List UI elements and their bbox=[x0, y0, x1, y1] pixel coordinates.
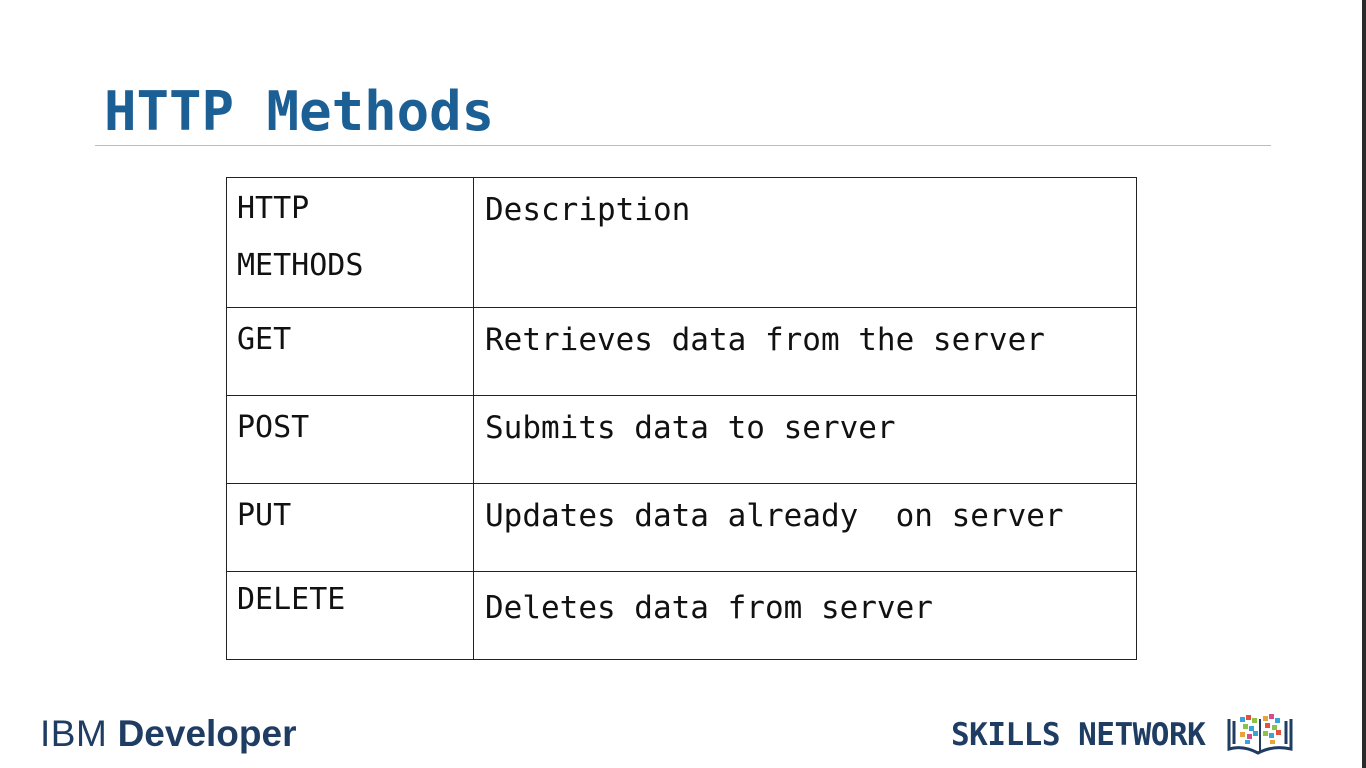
skills-network-text: SKILLS NETWORK bbox=[951, 717, 1206, 753]
method-cell: PUT bbox=[226, 483, 474, 572]
header-method-cell: HTTP METHODS bbox=[226, 177, 474, 308]
title-divider bbox=[95, 145, 1271, 146]
header-description-cell: Description bbox=[473, 177, 1137, 308]
skills-network-logo: SKILLS NETWORK bbox=[951, 712, 1295, 758]
method-cell: POST bbox=[226, 395, 474, 484]
description-cell: Submits data to server bbox=[473, 395, 1137, 484]
description-cell: Deletes data from server bbox=[473, 571, 1137, 660]
description-cell: Updates data already on server bbox=[473, 483, 1137, 572]
ibm-developer-logo: IBM Developer bbox=[40, 712, 296, 756]
table-row: POST Submits data to server bbox=[226, 395, 1137, 484]
developer-logo-text: Developer bbox=[117, 713, 297, 754]
ibm-logo-text: IBM bbox=[40, 713, 108, 754]
header-method-line2: METHODS bbox=[237, 248, 364, 283]
book-pixels-icon bbox=[1227, 714, 1293, 755]
header-method-line1: HTTP bbox=[237, 191, 310, 226]
slide-title: HTTP Methods bbox=[104, 80, 495, 143]
table-header-row: HTTP METHODS Description bbox=[226, 177, 1137, 308]
method-cell: GET bbox=[226, 307, 474, 396]
table-row: DELETE Deletes data from server bbox=[226, 571, 1137, 660]
table-row: PUT Updates data already on server bbox=[226, 483, 1137, 572]
table-row: GET Retrieves data from the server bbox=[226, 307, 1137, 396]
http-methods-table: HTTP METHODS Description GET Retrieves d… bbox=[226, 177, 1137, 660]
screen-edge bbox=[1362, 0, 1366, 768]
description-cell: Retrieves data from the server bbox=[473, 307, 1137, 396]
method-cell: DELETE bbox=[226, 571, 474, 660]
